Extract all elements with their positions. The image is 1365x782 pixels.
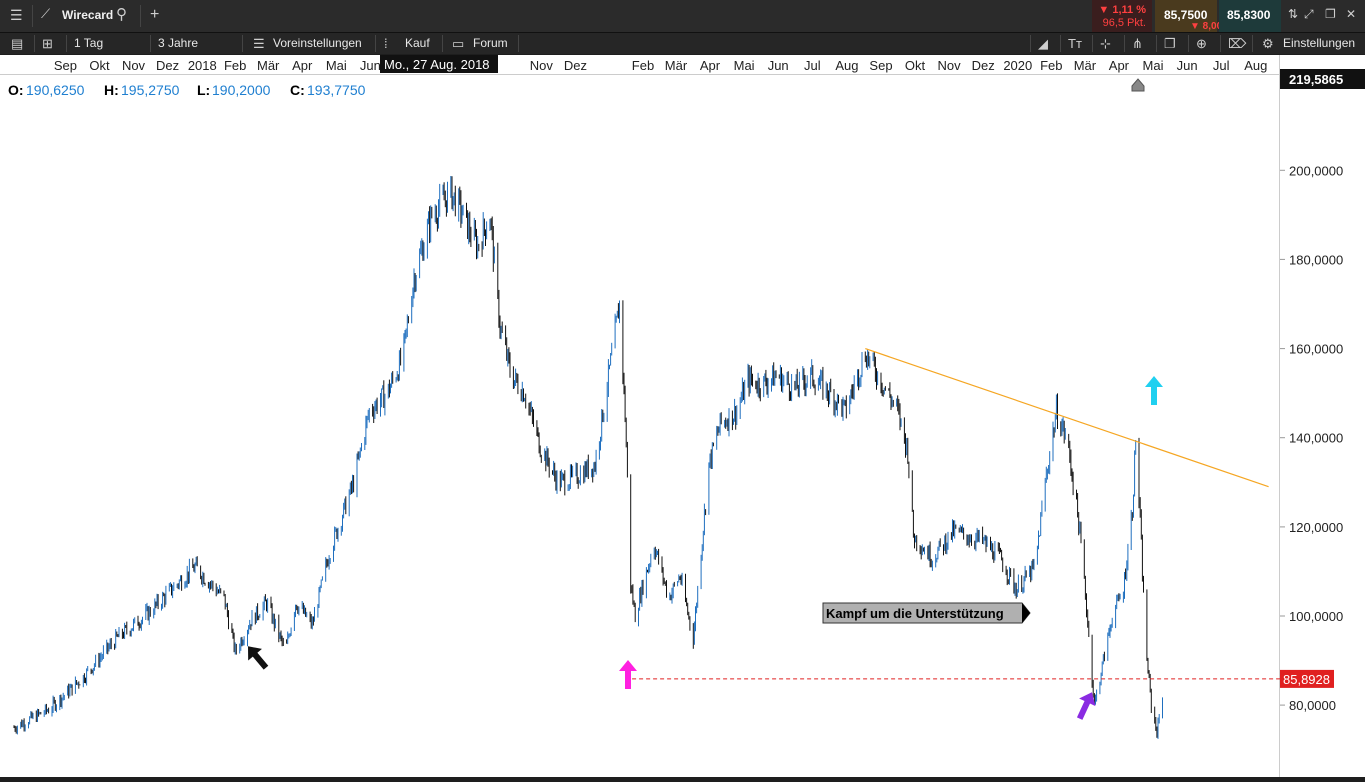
change-percent: ▼ 1,11 % [1098, 4, 1146, 16]
x-tick-label: Jul [804, 58, 821, 73]
interval-select[interactable]: 1 Tag [74, 33, 103, 54]
x-tick-label: Mai [1143, 58, 1164, 73]
chat-icon: ▭ [452, 36, 465, 51]
symbol-name[interactable]: Wirecard [62, 8, 113, 22]
x-tick-label: Apr [700, 58, 721, 73]
ohlc-open-value: 190,6250 [26, 82, 85, 98]
ohlc-high-label: H: [104, 82, 119, 98]
x-tick-label: Dez [156, 58, 179, 73]
x-tick-label: Nov [938, 58, 962, 73]
ohlc-readout: O: 190,6250 H: 195,2750 L: 190,2000 C: 1… [8, 82, 366, 98]
x-tick-label: Jun [1177, 58, 1198, 73]
x-tick-label: Okt [905, 58, 926, 73]
x-tick-label: Aug [1244, 58, 1267, 73]
chart-toolbar: ▤ ⊞ 1 Tag 3 Jahre ☰ Voreinstellungen ⁞ K… [0, 33, 1365, 54]
y-tick-label: 120,0000 [1289, 520, 1343, 535]
line-chart-icon: ⟋ [41, 6, 51, 21]
ohlc-low-value: 190,2000 [212, 82, 271, 98]
black-arrow-icon [248, 646, 269, 670]
y-tick-label: 160,0000 [1289, 342, 1343, 357]
ohlc-close-value: 193,7750 [307, 82, 366, 98]
presets-button[interactable]: Voreinstellungen [273, 33, 362, 54]
settings-button[interactable]: Einstellungen [1283, 33, 1355, 54]
layout-grid-icon[interactable]: ⊞ [42, 33, 53, 54]
ohlc-low-label: L: [197, 82, 210, 98]
spread-value: ▼ 8,00 [1190, 21, 1223, 32]
x-tick-label: Apr [292, 58, 313, 73]
chart-area[interactable]: Sep Okt Nov Dez 2018 Feb Mär Apr Mai Jun Nov Dez Feb… [0, 55, 1365, 777]
y-tick-label: 80,0000 [1289, 698, 1336, 713]
magenta-arrow-icon [619, 660, 637, 689]
annotation-label: Kampf um die Unterstützung [826, 606, 1004, 621]
indicator-icon[interactable]: ⋔ [1132, 33, 1143, 54]
current-price-label: 85,8928 [1283, 672, 1330, 687]
expand-icon[interactable]: ⤢ [1304, 7, 1314, 22]
range-select[interactable]: 3 Jahre [158, 33, 198, 54]
x-tick-label: Dez [564, 58, 587, 73]
y-tick-label: 140,0000 [1289, 431, 1343, 446]
x-tick-label: 2020 [1003, 58, 1032, 73]
forum-button[interactable]: Forum [473, 33, 508, 54]
ohlc-high-value: 195,2750 [121, 82, 180, 98]
popout-icon[interactable]: ❐ [1325, 7, 1336, 21]
target-icon[interactable]: ⊕ [1196, 33, 1207, 54]
sort-icon[interactable]: ⇅ [1288, 7, 1298, 21]
x-tick-label: Mai [734, 58, 755, 73]
support-annotation[interactable]: Kampf um die Unterstützung [822, 602, 1031, 624]
x-tick-label: Mai [326, 58, 347, 73]
x-tick-label: Mär [665, 58, 688, 73]
y-tick-label: 100,0000 [1289, 609, 1343, 624]
x-tick-label: Dez [972, 58, 995, 73]
copy-icon[interactable]: ❐ [1164, 33, 1176, 54]
ask-price: 85,8300 [1227, 8, 1271, 22]
close-icon[interactable]: ✕ [1346, 7, 1356, 21]
ask-box[interactable]: 85,8300 [1219, 0, 1281, 32]
x-tick-label: Aug [835, 58, 858, 73]
search-icon[interactable]: ⚲ [116, 5, 127, 23]
x-tick-label: Nov [530, 58, 554, 73]
top-price-label: 219,5865 [1280, 69, 1365, 89]
x-tick-label: Mär [1074, 58, 1097, 73]
top-bar: ☰ ⟋ Wirecard ⚲ + ▼ 1,11 % 96,5 Pkt. 85,7… [0, 0, 1365, 33]
x-tick-label: Jun [768, 58, 789, 73]
crosshair-icon[interactable]: ⊹ [1100, 33, 1111, 54]
x-tick-label: Mär [257, 58, 280, 73]
sliders-icon: ☰ [253, 36, 265, 51]
cyan-arrow-icon [1145, 376, 1163, 405]
price-chart[interactable]: Sep Okt Nov Dez 2018 Feb Mär Apr Mai Jun Nov Dez Feb… [0, 55, 1365, 777]
y-tick-label: 200,0000 [1289, 163, 1343, 178]
x-tick-label: Sep [869, 58, 892, 73]
ohlc-close-label: C: [290, 82, 305, 98]
x-tick-label: Feb [224, 58, 246, 73]
ohlc-open-label: O: [8, 82, 24, 98]
gear-icon[interactable]: ⚙ [1262, 33, 1274, 54]
list-icon[interactable]: ▤ [11, 33, 23, 54]
x-tick-label: Feb [632, 58, 654, 73]
x-tick-label: Okt [89, 58, 110, 73]
crosshair-date: Mo., 27 Aug. 2018 [384, 57, 490, 72]
top-price-value: 219,5865 [1289, 72, 1343, 87]
change-box: ▼ 1,11 % 96,5 Pkt. [1092, 0, 1152, 32]
crosshair-date-label: Mo., 27 Aug. 2018 [380, 55, 498, 73]
draw-line-icon[interactable]: ◢ [1038, 33, 1048, 54]
text-tool-icon[interactable]: Tт [1068, 33, 1082, 54]
x-tick-label: Jun [360, 58, 381, 73]
scroll-marker-icon[interactable] [1131, 78, 1145, 92]
resistance-trendline[interactable] [865, 348, 1269, 488]
x-tick-label: Apr [1109, 58, 1130, 73]
x-tick-label: Nov [122, 58, 146, 73]
hamburger-menu-icon[interactable]: ☰ [10, 7, 23, 24]
x-tick-label: 2018 [188, 58, 217, 73]
tag-icon[interactable]: ⌦ [1228, 33, 1246, 54]
purple-arrow-icon [1076, 692, 1096, 720]
buy-button[interactable]: Kauf [405, 33, 430, 54]
x-tick-label: Jul [1213, 58, 1230, 73]
candles-icon: ⁞ [384, 36, 388, 51]
bid-price: 85,7500 [1164, 8, 1208, 22]
change-points: 96,5 Pkt. [1102, 17, 1146, 29]
y-tick-label: 180,0000 [1289, 252, 1343, 267]
add-tab-button[interactable]: + [150, 6, 159, 24]
x-tick-label: Sep [54, 58, 77, 73]
x-tick-label: Feb [1040, 58, 1062, 73]
